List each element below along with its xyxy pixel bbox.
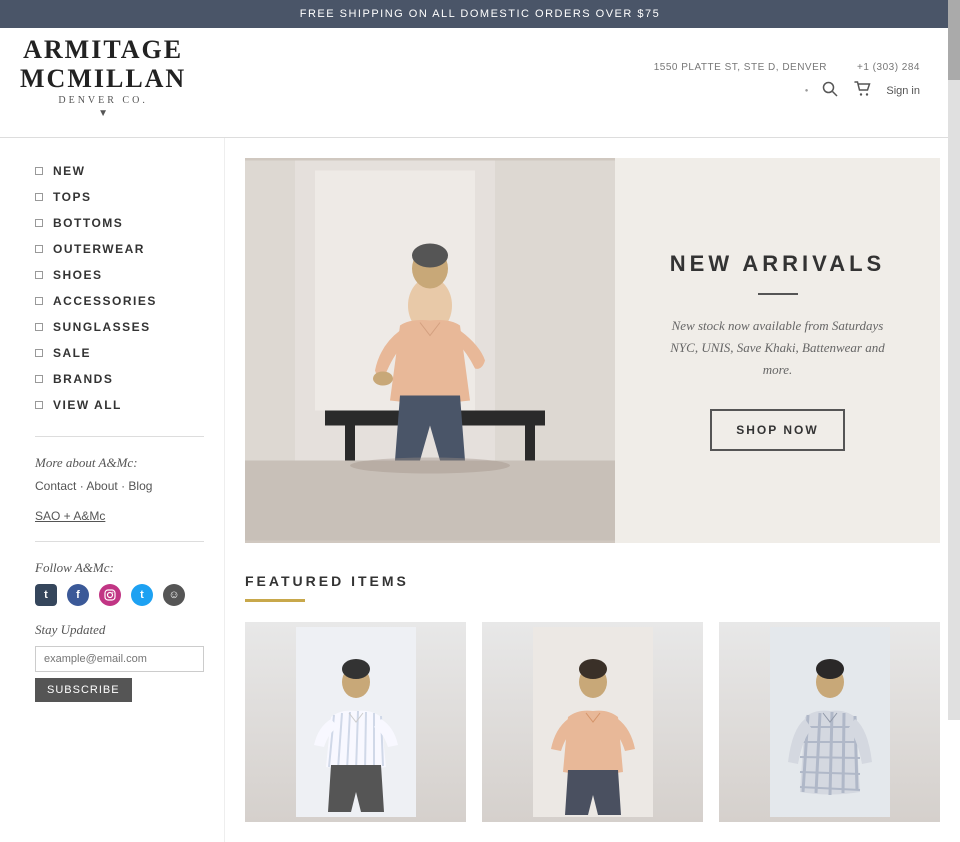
main-nav: NEW TOPS BOTTOMS OUTERWEAR SHOES ACCESSO… bbox=[35, 158, 204, 418]
nav-label-outerwear: OUTERWEAR bbox=[53, 242, 145, 256]
nav-label-viewall: VIEW ALL bbox=[53, 398, 122, 412]
logo-text: ARMITAGE McMILLAN bbox=[20, 36, 186, 93]
search-button[interactable] bbox=[820, 79, 840, 104]
sidebar-links: Contact · About · Blog bbox=[35, 479, 204, 493]
hero-divider bbox=[758, 293, 798, 295]
main-content: NEW ARRIVALS New stock now available fro… bbox=[225, 138, 960, 842]
hero-text: NEW ARRIVALS New stock now available fro… bbox=[615, 158, 940, 543]
logo[interactable]: ARMITAGE McMILLAN DENVER CO. ▼ bbox=[20, 36, 186, 129]
sidebar-item-viewall[interactable]: VIEW ALL bbox=[35, 392, 204, 418]
sidebar-item-sale[interactable]: SALE bbox=[35, 340, 204, 366]
nav-bullet bbox=[35, 245, 43, 253]
nav-label-new: NEW bbox=[53, 164, 86, 178]
stay-updated-title: Stay Updated bbox=[35, 622, 204, 638]
sidebar-divider bbox=[35, 436, 204, 437]
hero-image-svg bbox=[245, 158, 615, 543]
facebook-icon[interactable]: f bbox=[67, 584, 89, 606]
shop-now-button[interactable]: SHOP NOW bbox=[710, 409, 844, 451]
nav-label-shoes: SHOES bbox=[53, 268, 103, 282]
instagram-icon[interactable] bbox=[99, 584, 121, 606]
hero-banner: NEW ARRIVALS New stock now available fro… bbox=[245, 158, 940, 543]
main-layout: NEW TOPS BOTTOMS OUTERWEAR SHOES ACCESSO… bbox=[0, 138, 960, 842]
hero-title: NEW ARRIVALS bbox=[670, 251, 885, 277]
sidebar-item-tops[interactable]: TOPS bbox=[35, 184, 204, 210]
header: ARMITAGE McMILLAN DENVER CO. ▼ 1550 PLAT… bbox=[0, 28, 960, 138]
featured-section: FEATURED ITEMS bbox=[245, 573, 940, 822]
nav-label-bottoms: BOTTOMS bbox=[53, 216, 123, 230]
search-icon bbox=[822, 81, 838, 97]
about-link[interactable]: About bbox=[86, 479, 117, 493]
header-dot: ● bbox=[805, 88, 809, 94]
nav-label-tops: TOPS bbox=[53, 190, 91, 204]
header-contact: 1550 PLATTE ST, STE D, DENVER +1 (303) 2… bbox=[654, 62, 920, 73]
sidebar-item-bottoms[interactable]: BOTTOMS bbox=[35, 210, 204, 236]
featured-item-1[interactable] bbox=[245, 622, 466, 822]
hero-image bbox=[245, 158, 615, 543]
scrollbar-thumb[interactable] bbox=[948, 0, 960, 80]
nav-bullet bbox=[35, 323, 43, 331]
featured-item-3-image bbox=[719, 622, 940, 822]
nav-label-sunglasses: SUNGLASSES bbox=[53, 320, 151, 334]
twitter-icon[interactable]: t bbox=[131, 584, 153, 606]
follow-title: Follow A&Mc: bbox=[35, 560, 204, 576]
scrollbar[interactable] bbox=[948, 0, 960, 720]
logo-sub: DENVER CO. bbox=[20, 95, 186, 106]
logo-arrow[interactable]: ▼ bbox=[20, 108, 186, 119]
sidebar-divider2 bbox=[35, 541, 204, 542]
sidebar-item-brands[interactable]: BRANDS bbox=[35, 366, 204, 392]
sign-in-link[interactable]: Sign in bbox=[886, 85, 920, 97]
sidebar: NEW TOPS BOTTOMS OUTERWEAR SHOES ACCESSO… bbox=[0, 138, 225, 842]
address: 1550 PLATTE ST, STE D, DENVER bbox=[654, 62, 827, 73]
contact-link[interactable]: Contact bbox=[35, 479, 76, 493]
nav-bullet bbox=[35, 297, 43, 305]
sidebar-item-sunglasses[interactable]: SUNGLASSES bbox=[35, 314, 204, 340]
social-icons: t f t ☺ bbox=[35, 584, 204, 606]
shirt-2-svg bbox=[533, 627, 653, 817]
sao-link-container: SAO + A&Mc bbox=[35, 509, 204, 523]
nav-bullet bbox=[35, 401, 43, 409]
featured-title: FEATURED ITEMS bbox=[245, 573, 940, 589]
featured-item-1-image bbox=[245, 622, 466, 822]
tumblr-icon[interactable]: t bbox=[35, 584, 57, 606]
sidebar-item-outerwear[interactable]: OUTERWEAR bbox=[35, 236, 204, 262]
email-input[interactable] bbox=[35, 646, 204, 672]
sidebar-item-new[interactable]: NEW bbox=[35, 158, 204, 184]
featured-item-3[interactable] bbox=[719, 622, 940, 822]
more-about-title: More about A&Mc: bbox=[35, 455, 204, 471]
shirt-1-svg bbox=[296, 627, 416, 817]
nav-bullet bbox=[35, 375, 43, 383]
cart-button[interactable] bbox=[852, 79, 874, 104]
featured-underline bbox=[245, 599, 305, 602]
nav-label-brands: BRANDS bbox=[53, 372, 113, 386]
header-right: 1550 PLATTE ST, STE D, DENVER +1 (303) 2… bbox=[654, 62, 920, 104]
featured-item-2[interactable] bbox=[482, 622, 703, 822]
phone: +1 (303) 284 bbox=[857, 62, 920, 73]
sidebar-item-shoes[interactable]: SHOES bbox=[35, 262, 204, 288]
featured-grid bbox=[245, 622, 940, 822]
chat-icon[interactable]: ☺ bbox=[163, 584, 185, 606]
top-banner: FREE SHIPPING ON ALL DOMESTIC ORDERS OVE… bbox=[0, 0, 960, 28]
instagram-svg bbox=[104, 589, 116, 601]
hero-description: New stock now available from Saturdays N… bbox=[668, 315, 888, 381]
header-actions: ● Sign in bbox=[805, 79, 920, 104]
subscribe-button[interactable]: SUBSCRIBE bbox=[35, 678, 132, 702]
nav-bullet bbox=[35, 219, 43, 227]
banner-text: FREE SHIPPING ON ALL DOMESTIC ORDERS OVE… bbox=[300, 8, 661, 20]
featured-item-2-image bbox=[482, 622, 703, 822]
nav-label-sale: SALE bbox=[53, 346, 91, 360]
blog-link[interactable]: Blog bbox=[128, 479, 152, 493]
nav-bullet bbox=[35, 167, 43, 175]
nav-bullet bbox=[35, 193, 43, 201]
sao-link[interactable]: SAO + A&Mc bbox=[35, 509, 105, 523]
cart-icon bbox=[854, 81, 872, 97]
nav-bullet bbox=[35, 349, 43, 357]
shirt-3-svg bbox=[770, 627, 890, 817]
sidebar-item-accessories[interactable]: ACCESSORIES bbox=[35, 288, 204, 314]
nav-label-accessories: ACCESSORIES bbox=[53, 294, 157, 308]
nav-bullet bbox=[35, 271, 43, 279]
